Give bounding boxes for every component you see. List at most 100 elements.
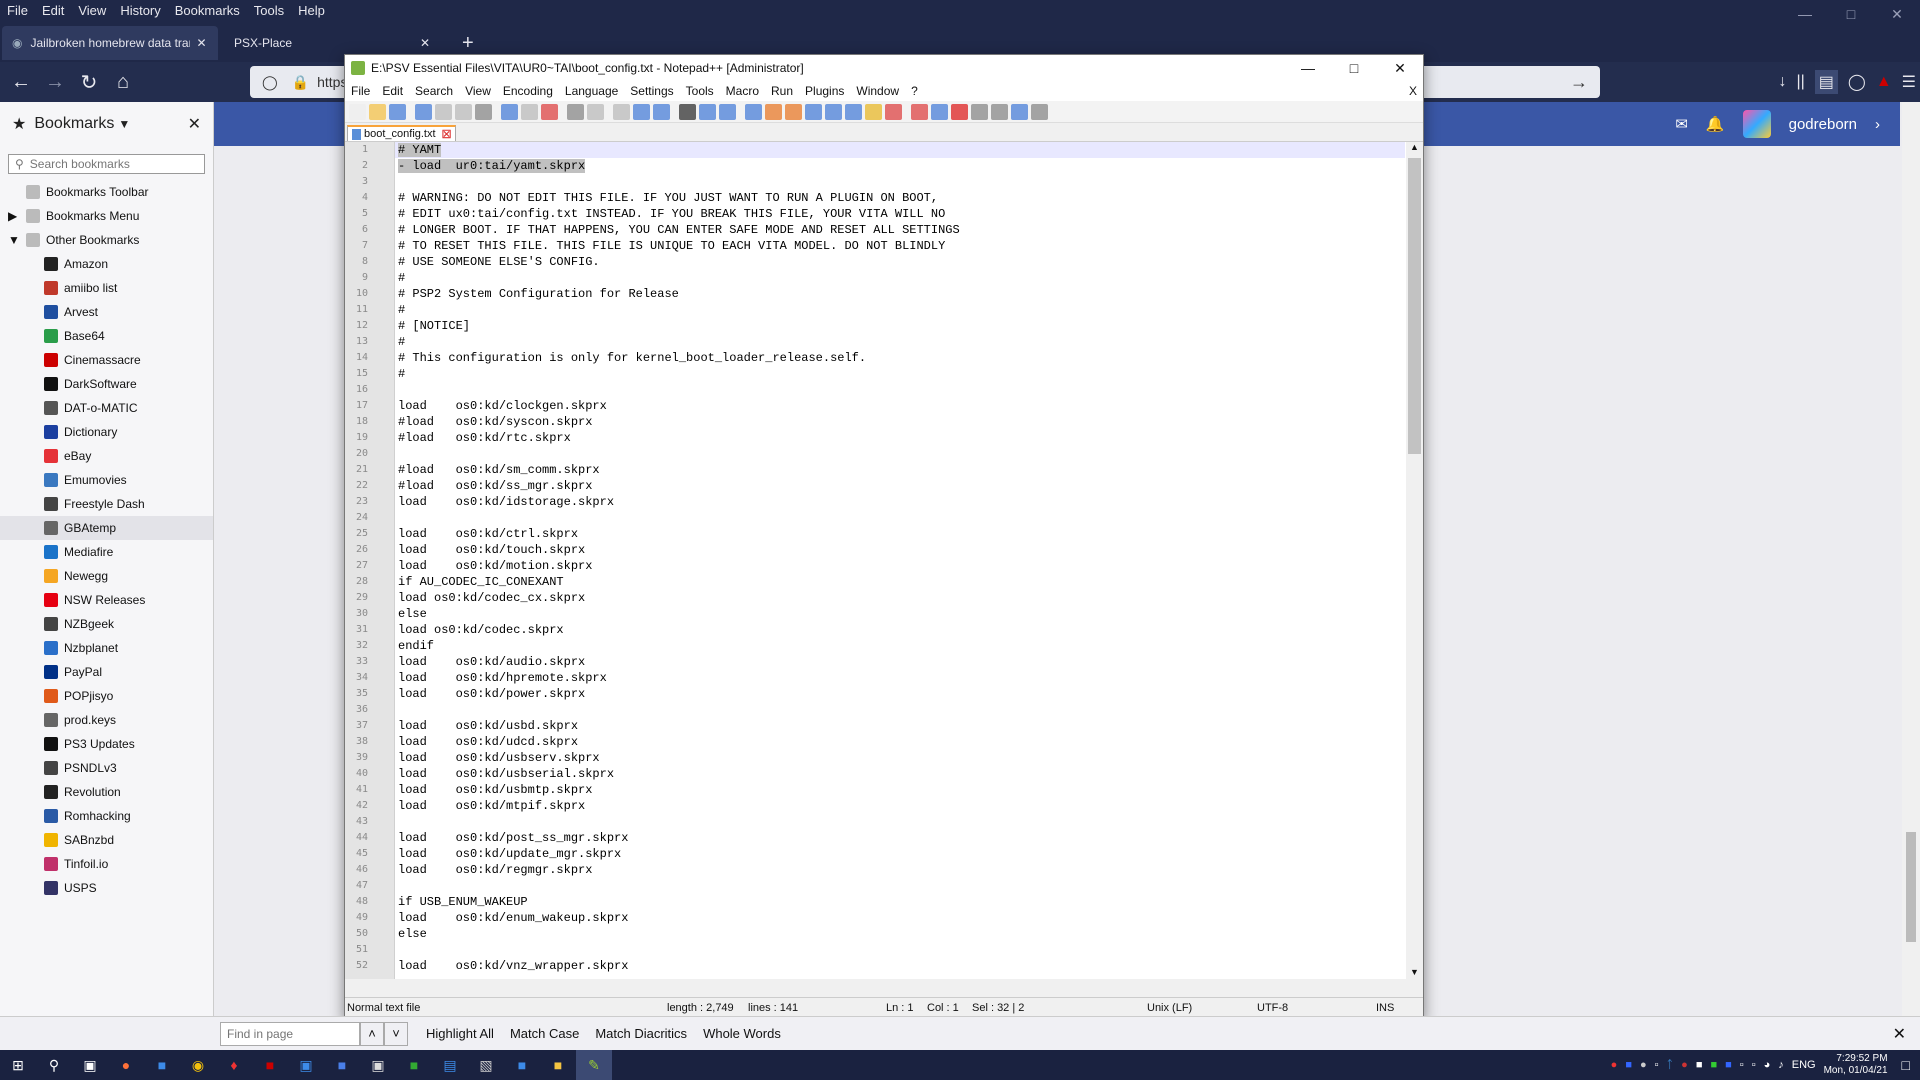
word-wrap-icon[interactable]: [745, 103, 762, 120]
bookmark-nzbgeek[interactable]: NZBgeek: [0, 612, 213, 636]
code-line[interactable]: # EDIT ux0:tai/config.txt INSTEAD. IF YO…: [395, 206, 1405, 222]
npp-menu-edit[interactable]: Edit: [376, 84, 409, 98]
open-file-icon[interactable]: [369, 103, 386, 120]
bookmark-nzbplanet[interactable]: Nzbplanet: [0, 636, 213, 660]
code-line[interactable]: load os0:kd/usbserial.skprx: [395, 766, 1405, 782]
cut-icon[interactable]: [501, 103, 518, 120]
app-taskbar-icon[interactable]: ■: [144, 1050, 180, 1080]
code-line[interactable]: #load os0:kd/ss_mgr.skprx: [395, 478, 1405, 494]
hamburger-menu-icon[interactable]: ☰: [1902, 72, 1916, 92]
undo-icon[interactable]: [567, 103, 584, 120]
editor-scroll-thumb[interactable]: [1408, 158, 1421, 454]
code-editor[interactable]: 1 2 3 4 5 6 7 8 9 10 11 12 13 14 15 16 17 18 19 20 21 22 23 24 2…: [345, 141, 1423, 979]
bookmark-dat-o-matic[interactable]: DAT-o-MATIC: [0, 396, 213, 420]
save-macro-icon[interactable]: [991, 103, 1008, 120]
code-line[interactable]: #load os0:kd/syscon.skprx: [395, 414, 1405, 430]
menu-tools[interactable]: Tools: [247, 3, 291, 18]
maximize-icon[interactable]: □: [1331, 55, 1377, 81]
windows-start-icon[interactable]: ⊞: [0, 1050, 36, 1080]
find-next-button[interactable]: ˅: [384, 1021, 408, 1046]
stop-macro-icon[interactable]: [931, 103, 948, 120]
bookmark-nsw-releases[interactable]: NSW Releases: [0, 588, 213, 612]
doc-map-icon[interactable]: [825, 103, 842, 120]
bookmark-emumovies[interactable]: Emumovies: [0, 468, 213, 492]
code-line[interactable]: else: [395, 606, 1405, 622]
code-line[interactable]: load os0:kd/idstorage.skprx: [395, 494, 1405, 510]
tray-app-icon[interactable]: ▫: [1655, 1059, 1659, 1071]
scroll-up-icon[interactable]: ▲: [1406, 142, 1423, 156]
code-line[interactable]: # WARNING: DO NOT EDIT THIS FILE. IF YOU…: [395, 190, 1405, 206]
avatar[interactable]: [1742, 110, 1771, 138]
npp-menu-view[interactable]: View: [459, 84, 497, 98]
bookmark-gbatemp[interactable]: GBAtemp: [0, 516, 213, 540]
bookmark-usps[interactable]: USPS: [0, 876, 213, 900]
bookmarks-search-input[interactable]: ⚲ Search bookmarks: [8, 154, 205, 174]
menu-view[interactable]: View: [71, 3, 113, 18]
highlight-all-toggle[interactable]: Highlight All: [418, 1026, 502, 1041]
function-list-icon[interactable]: [845, 103, 862, 120]
notifications-icon[interactable]: □: [1902, 1057, 1910, 1073]
bell-icon[interactable]: 🔔: [1706, 115, 1725, 133]
bookmark-ebay[interactable]: eBay: [0, 444, 213, 468]
folder-bookmarks-toolbar[interactable]: Bookmarks Toolbar: [0, 180, 213, 204]
npp-menu-help[interactable]: ?: [905, 84, 924, 98]
doc-tab-boot-config[interactable]: boot_config.txt ☒: [347, 125, 457, 141]
code-line[interactable]: #load os0:kd/sm_comm.skprx: [395, 462, 1405, 478]
sync-h-icon[interactable]: [719, 103, 736, 120]
npp-menu-run[interactable]: Run: [765, 84, 799, 98]
bookmark-romhacking[interactable]: Romhacking: [0, 804, 213, 828]
spell-icon[interactable]: [1011, 103, 1028, 120]
save-all-icon[interactable]: [415, 103, 432, 120]
indent-guide-icon[interactable]: [785, 103, 802, 120]
code-line[interactable]: load os0:kd/codec.skprx: [395, 622, 1405, 638]
code-line[interactable]: [395, 510, 1405, 526]
app-taskbar-icon[interactable]: ♦: [216, 1050, 252, 1080]
tab-close-icon[interactable]: ☒: [442, 128, 452, 141]
match-case-toggle[interactable]: Match Case: [502, 1026, 587, 1041]
bookmark-sabnzbd[interactable]: SABnzbd: [0, 828, 213, 852]
notepadpp-taskbar-icon[interactable]: ✎: [576, 1050, 612, 1080]
code-line[interactable]: #: [395, 366, 1405, 382]
chrome-taskbar-icon[interactable]: ◉: [180, 1050, 216, 1080]
app-taskbar-icon[interactable]: ■: [324, 1050, 360, 1080]
tray-app-icon[interactable]: ■: [1625, 1059, 1632, 1071]
npp-menu-encoding[interactable]: Encoding: [497, 84, 559, 98]
code-line[interactable]: load os0:kd/udcd.skprx: [395, 734, 1405, 750]
code-line[interactable]: #: [395, 302, 1405, 318]
code-line[interactable]: load os0:kd/vnz_wrapper.skprx: [395, 958, 1405, 974]
filezilla-taskbar-icon[interactable]: ■: [252, 1050, 288, 1080]
find-in-page-input[interactable]: [220, 1021, 360, 1046]
code-line[interactable]: load os0:kd/usbserv.skprx: [395, 750, 1405, 766]
bookmark-cinemassacre[interactable]: Cinemassacre: [0, 348, 213, 372]
clock[interactable]: 7:29:52 PM Mon, 01/04/21: [1824, 1053, 1888, 1077]
sidebar-toggle-icon[interactable]: ▤: [1814, 70, 1838, 94]
chevron-down-icon[interactable]: ▼: [118, 117, 130, 131]
bookmark-popjisyo[interactable]: POPjisyo: [0, 684, 213, 708]
ublock-icon[interactable]: ▲: [1876, 73, 1892, 91]
bookmark-tinfoil-io[interactable]: Tinfoil.io: [0, 852, 213, 876]
home-button[interactable]: ⌂: [106, 65, 140, 99]
code-line[interactable]: load os0:kd/touch.skprx: [395, 542, 1405, 558]
find-previous-button[interactable]: ˄: [360, 1021, 384, 1046]
app-taskbar-icon[interactable]: ■: [396, 1050, 432, 1080]
tray-app-icon[interactable]: ▫: [1752, 1059, 1756, 1071]
tray-app-icon[interactable]: ■: [1696, 1059, 1703, 1071]
npp-menu-plugins[interactable]: Plugins: [799, 84, 850, 98]
tab-jailbroken[interactable]: ◉ Jailbroken homebrew data tran ✕: [2, 26, 218, 60]
tray-app-icon[interactable]: ■: [1710, 1059, 1717, 1071]
monitor-icon[interactable]: [885, 103, 902, 120]
code-line[interactable]: load os0:kd/post_ss_mgr.skprx: [395, 830, 1405, 846]
code-line[interactable]: load os0:kd/hpremote.skprx: [395, 670, 1405, 686]
code-line[interactable]: [395, 942, 1405, 958]
bluetooth-icon[interactable]: ᛏ: [1667, 1059, 1674, 1071]
app-taskbar-icon[interactable]: ▣: [360, 1050, 396, 1080]
menu-edit[interactable]: Edit: [35, 3, 71, 18]
firefox-taskbar-icon[interactable]: ●: [108, 1050, 144, 1080]
bookmark-base64[interactable]: Base64: [0, 324, 213, 348]
task-view-icon[interactable]: ▣: [72, 1050, 108, 1080]
zoom-out-icon[interactable]: [679, 103, 696, 120]
status-encoding[interactable]: UTF-8: [1257, 1002, 1288, 1014]
save-icon[interactable]: [389, 103, 406, 120]
tray-app-icon[interactable]: ▫: [1740, 1059, 1744, 1071]
npp-menu-window[interactable]: Window: [850, 84, 905, 98]
